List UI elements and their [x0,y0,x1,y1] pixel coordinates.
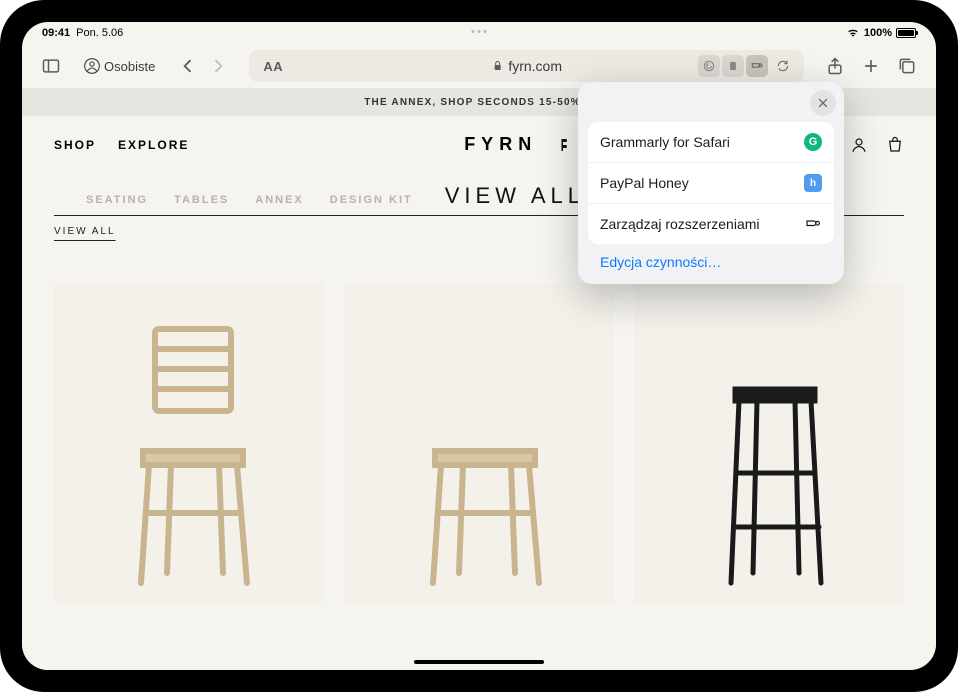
brand-mark-icon [557,136,575,154]
honey-toolbar-icon[interactable] [722,55,744,77]
sidebar-toggle-button[interactable] [36,51,66,81]
close-popover-button[interactable] [810,90,836,116]
battery-percent: 100% [864,27,892,39]
account-icon[interactable] [850,136,868,154]
ipad-frame: 09:41 Pon. 5.06 100% Osobiste [0,0,958,692]
share-button[interactable] [820,51,850,81]
honey-icon: h [804,174,822,192]
profile-icon [84,58,100,74]
extensions-button[interactable] [746,55,768,77]
extensions-popover: Grammarly for Safari G PayPal Honey h Za… [578,82,844,284]
home-indicator[interactable] [414,660,544,664]
screen: 09:41 Pon. 5.06 100% Osobiste [22,22,936,670]
extension-honey-label: PayPal Honey [600,175,689,191]
status-time: 09:41 [42,27,70,39]
back-button[interactable] [173,51,203,81]
cat-view-all[interactable]: VIEW ALL [445,183,585,209]
nav-shop[interactable]: SHOP [54,138,96,152]
edit-actions-link[interactable]: Edycja czynności… [588,244,834,270]
status-date: Pon. 5.06 [76,27,123,39]
close-icon [817,97,829,109]
status-bar: 09:41 Pon. 5.06 100% [22,22,936,44]
cat-design-kit[interactable]: DESIGN KIT [330,194,413,206]
extensions-list: Grammarly for Safari G PayPal Honey h Za… [588,122,834,244]
reload-button[interactable] [770,51,796,81]
extension-grammarly[interactable]: Grammarly for Safari G [588,122,834,163]
subnav-view-all[interactable]: VIEW ALL [54,226,116,237]
manage-extensions[interactable]: Zarządzaj rozszerzeniami [588,204,834,244]
product-card-chair[interactable] [54,283,324,603]
safari-profile-button[interactable]: Osobiste [76,54,163,78]
grammarly-icon: G [804,133,822,151]
cat-annex[interactable]: ANNEX [255,194,304,206]
puzzle-icon [804,215,822,233]
url-display: fyrn.com [491,58,562,74]
battery-icon [896,28,916,38]
extension-honey[interactable]: PayPal Honey h [588,163,834,204]
wifi-icon [846,28,860,38]
profile-label: Osobiste [104,59,155,74]
product-card-stool[interactable] [344,283,614,603]
extension-grammarly-label: Grammarly for Safari [600,134,730,150]
product-card-barstool[interactable] [634,283,904,603]
lock-icon [491,60,503,72]
address-bar[interactable]: AA fyrn.com [249,50,804,82]
product-grid [22,247,936,603]
nav-explore[interactable]: EXPLORE [118,138,189,152]
new-tab-button[interactable] [856,51,886,81]
tabs-button[interactable] [892,51,922,81]
brand-logo-text[interactable]: FYRN [464,134,537,155]
url-host: fyrn.com [508,58,562,74]
text-size-button[interactable]: AA [257,59,289,74]
grammarly-toolbar-icon[interactable] [698,55,720,77]
cart-icon[interactable] [886,136,904,154]
cat-seating[interactable]: SEATING [86,194,148,206]
cat-tables[interactable]: TABLES [174,194,229,206]
multitask-dots[interactable] [472,30,487,33]
manage-extensions-label: Zarządzaj rozszerzeniami [600,216,760,232]
forward-button [203,51,233,81]
